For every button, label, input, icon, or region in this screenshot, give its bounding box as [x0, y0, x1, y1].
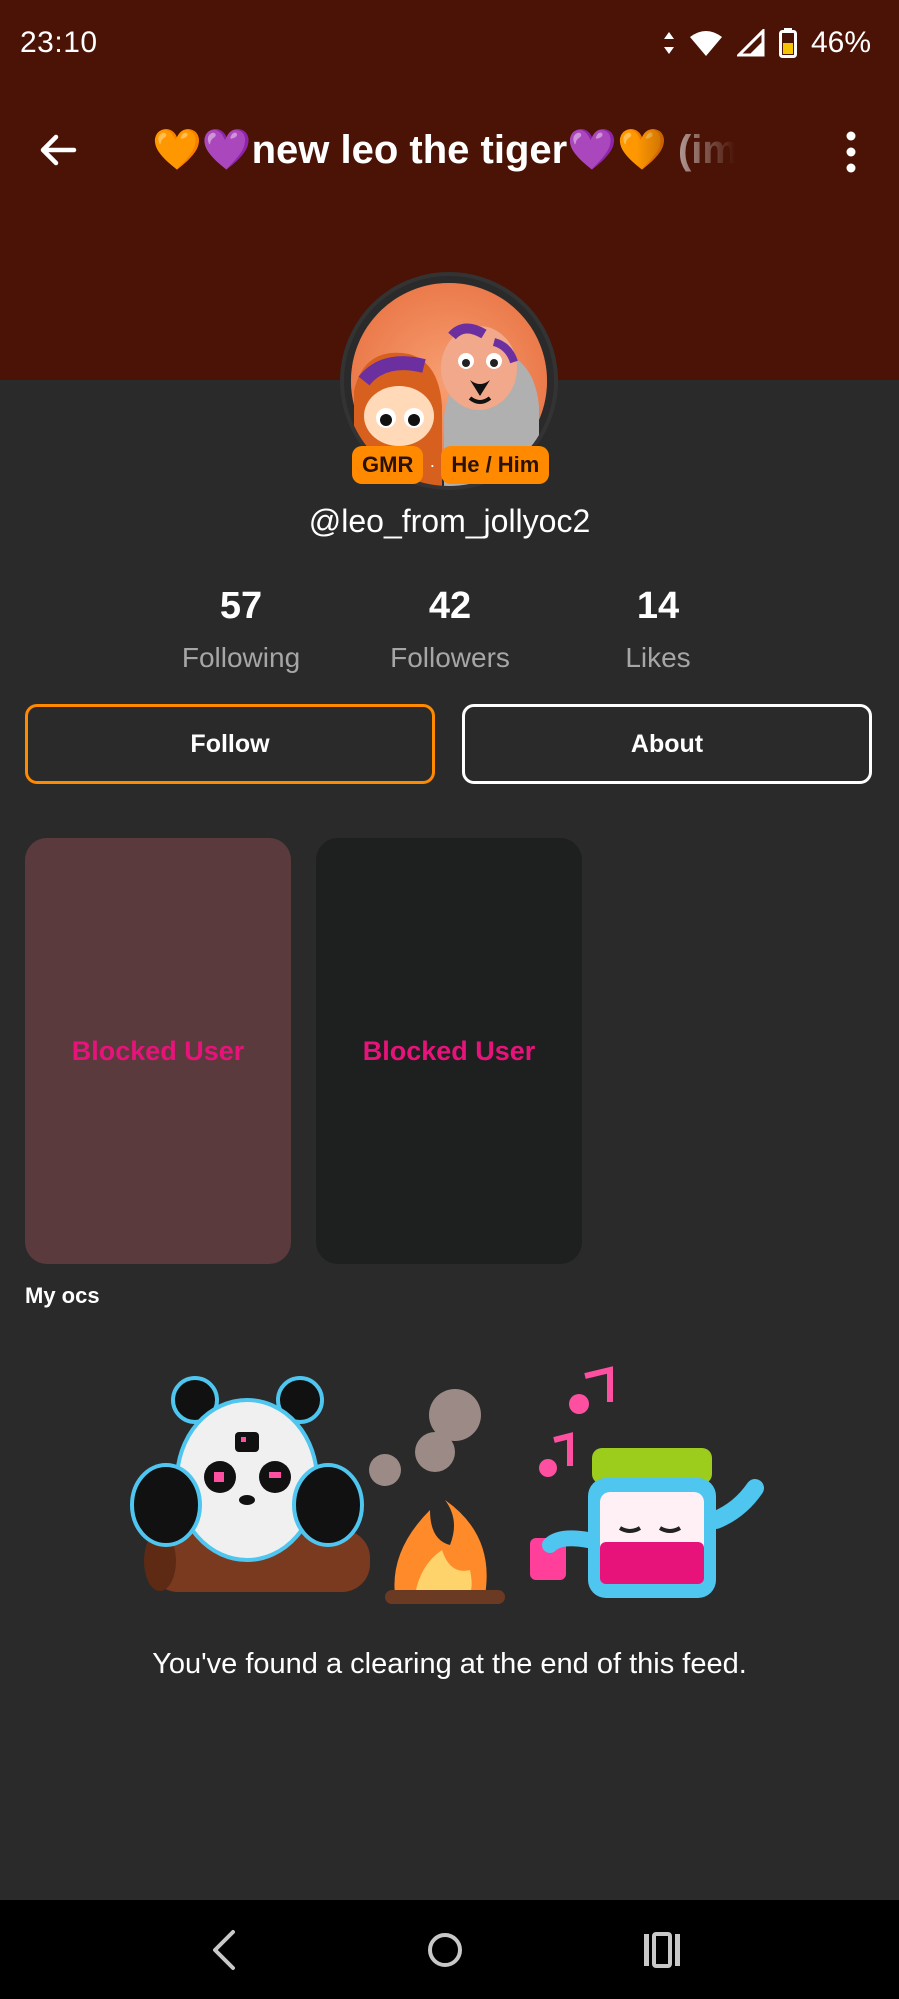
end-of-feed-message: You've found a clearing at the end of th… [152, 1648, 747, 1680]
section-label: My ocs [25, 1283, 100, 1308]
campfire-illustration [369, 1389, 505, 1604]
profile-badges: GMR · He / Him [352, 446, 550, 484]
end-of-feed-illustration [130, 1366, 764, 1604]
blocked-user-label: Blocked User [71, 1035, 245, 1066]
pronoun-badge: He / Him [441, 446, 550, 484]
about-button[interactable]: About [462, 704, 872, 784]
title-fade [636, 118, 746, 182]
status-time: 23:10 [20, 26, 98, 59]
status-icons: 46% [663, 26, 871, 60]
follow-button[interactable]: Follow [25, 704, 435, 784]
stat-followers-label: Followers [390, 642, 510, 673]
jam-jar-illustration [530, 1366, 764, 1598]
more-options-icon[interactable] [839, 128, 863, 176]
stat-following-label: Following [181, 642, 301, 673]
profile-username: @leo_from_jollyoc2 [308, 503, 591, 539]
feed-card[interactable]: Blocked User [25, 838, 291, 1264]
nav-back-icon[interactable] [195, 1924, 255, 1976]
cell-signal-icon [736, 29, 765, 57]
feed-card[interactable]: Blocked User [316, 838, 582, 1264]
back-arrow-icon[interactable] [34, 126, 82, 174]
status-bar: 23:10 46% [0, 0, 899, 90]
battery-icon [778, 28, 797, 58]
badge-separator: · [429, 454, 436, 475]
data-arrows-icon [663, 32, 674, 54]
stat-likes[interactable]: 14 Likes [578, 585, 738, 674]
wifi-icon [689, 31, 722, 56]
system-navigation-bar [0, 1900, 899, 1999]
page-title: 🧡💜new leo the tiger💜🧡 (imported) [152, 118, 746, 182]
stat-followers[interactable]: 42 Followers [370, 585, 530, 674]
blocked-user-label: Blocked User [362, 1035, 536, 1066]
top-app-bar: 🧡💜new leo the tiger💜🧡 (imported) [0, 110, 899, 190]
battery-percent: 46% [810, 26, 871, 59]
stat-likes-count: 14 [636, 585, 680, 627]
stat-following-count: 57 [219, 585, 263, 627]
stat-followers-count: 42 [428, 585, 472, 627]
stat-likes-label: Likes [625, 642, 691, 673]
nav-home-icon[interactable] [415, 1924, 475, 1976]
panda-illustration [130, 1376, 364, 1562]
nav-recents-icon[interactable] [632, 1924, 692, 1976]
stat-following[interactable]: 57 Following [161, 585, 321, 674]
role-badge: GMR [352, 446, 424, 484]
